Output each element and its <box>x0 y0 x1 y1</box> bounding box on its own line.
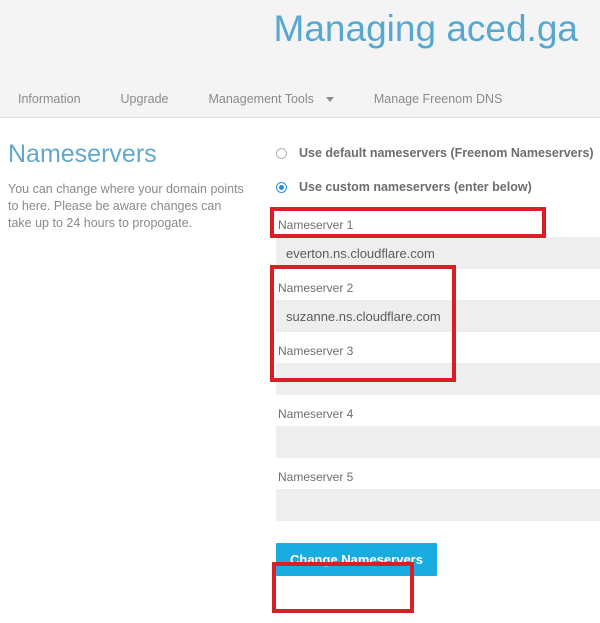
main-navigation: Information Upgrade Management Tools Man… <box>0 81 600 117</box>
nameserver-label: Nameserver 1 <box>276 218 600 232</box>
radio-checked-icon[interactable] <box>276 182 287 193</box>
radio-option-label: Use custom nameservers (enter below) <box>299 180 532 194</box>
radio-unchecked-icon[interactable] <box>276 148 287 159</box>
radio-option-default-nameservers[interactable]: Use default nameservers (Freenom Nameser… <box>276 140 600 166</box>
nav-item-manage-freenom-dns[interactable]: Manage Freenom DNS <box>374 92 503 106</box>
nameserver-label: Nameserver 4 <box>276 407 600 421</box>
nameserver-label: Nameserver 2 <box>276 281 600 295</box>
main-content: Nameservers You can change where your do… <box>0 118 600 140</box>
nameserver-1-input[interactable] <box>276 237 600 269</box>
nav-item-management-tools[interactable]: Management Tools <box>208 92 333 106</box>
page-title: Managing aced.ga <box>0 8 578 50</box>
section-heading: Nameservers <box>8 140 256 169</box>
radio-option-label: Use default nameservers (Freenom Nameser… <box>299 146 594 160</box>
nav-item-upgrade[interactable]: Upgrade <box>121 92 169 106</box>
nameservers-info-panel: Nameservers You can change where your do… <box>8 140 256 232</box>
nav-item-label: Management Tools <box>208 92 313 106</box>
nameserver-field-group-2: Nameserver 2 <box>276 281 600 332</box>
nameserver-3-input[interactable] <box>276 363 600 395</box>
section-description: You can change where your domain points … <box>8 181 244 232</box>
nameservers-form: Use default nameservers (Freenom Nameser… <box>276 140 600 576</box>
nameserver-field-group-1: Nameserver 1 <box>276 218 600 269</box>
nameserver-2-input[interactable] <box>276 300 600 332</box>
chevron-down-icon <box>326 97 334 102</box>
change-nameservers-button[interactable]: Change Nameservers <box>276 543 437 576</box>
nav-item-label: Upgrade <box>121 92 169 106</box>
nameserver-field-group-5: Nameserver 5 <box>276 470 600 521</box>
nameserver-field-group-3: Nameserver 3 <box>276 344 600 395</box>
nameserver-label: Nameserver 5 <box>276 470 600 484</box>
nameserver-field-group-4: Nameserver 4 <box>276 407 600 458</box>
page-header: Managing aced.ga Information Upgrade Man… <box>0 0 600 118</box>
nav-item-label: Information <box>18 92 81 106</box>
nav-item-information[interactable]: Information <box>18 92 81 106</box>
nameserver-5-input[interactable] <box>276 489 600 521</box>
form-actions: Change Nameservers <box>276 543 600 576</box>
nav-item-label: Manage Freenom DNS <box>374 92 503 106</box>
radio-option-custom-nameservers[interactable]: Use custom nameservers (enter below) <box>276 174 600 200</box>
nameserver-label: Nameserver 3 <box>276 344 600 358</box>
nameserver-4-input[interactable] <box>276 426 600 458</box>
